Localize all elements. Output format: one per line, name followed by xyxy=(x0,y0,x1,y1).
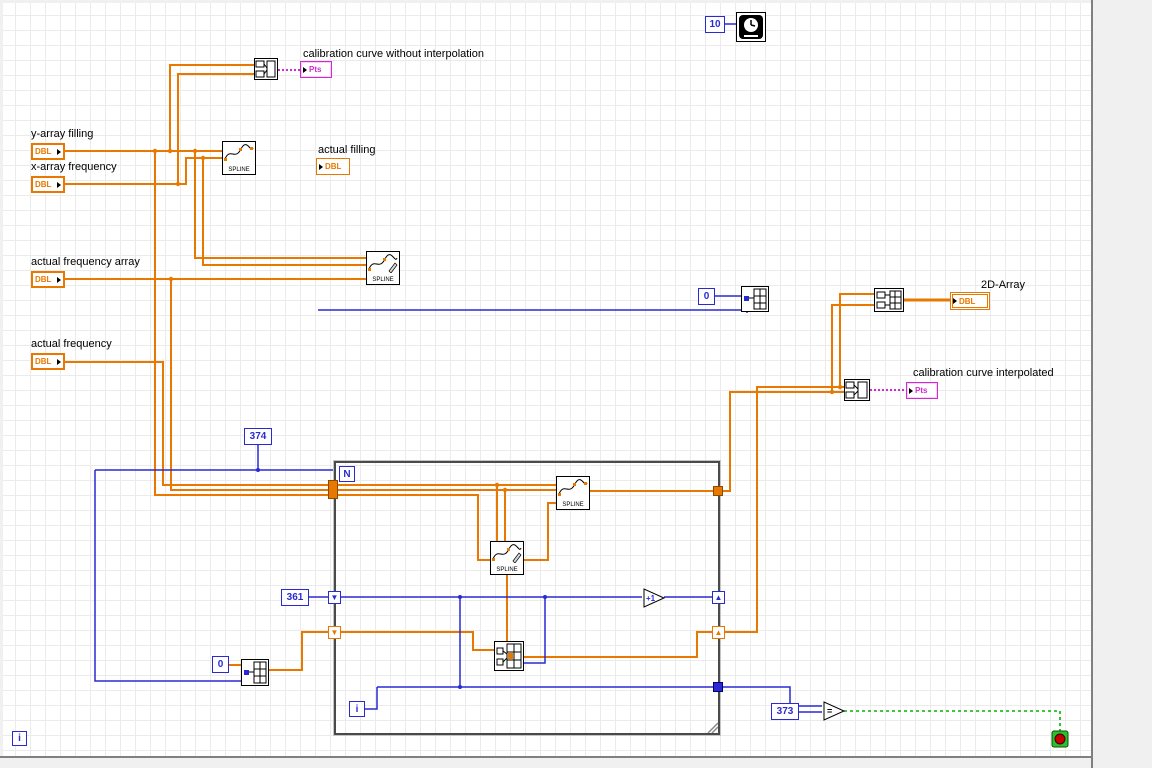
loop-input-tunnel-left[interactable] xyxy=(328,480,338,499)
column-init-constant[interactable]: 361 xyxy=(281,589,309,606)
loop-output-tunnel-index[interactable] xyxy=(713,682,723,692)
dbl-type-label: DBL xyxy=(35,180,52,189)
spline-curve-icon xyxy=(558,479,588,496)
window-frame-top xyxy=(0,0,1091,3)
label-actual-frequency: actual frequency xyxy=(31,338,112,350)
compare-constant[interactable]: 373 xyxy=(771,703,799,720)
control-arrow-icon xyxy=(57,276,61,283)
label-2d-array: 2D-Array xyxy=(981,279,1026,291)
shift-register-right-blue[interactable]: ▲ xyxy=(712,591,725,604)
pts-type-label: Pts xyxy=(309,65,322,74)
pts-type-label: Pts xyxy=(915,386,928,395)
pencil-icon xyxy=(388,262,398,273)
calibration-curve-without-indicator[interactable]: Pts xyxy=(300,61,332,78)
replace-array-icon xyxy=(496,643,522,669)
window-frame-left xyxy=(0,0,3,756)
label-x-array-frequency: x-array frequency xyxy=(31,161,117,173)
bundle-icon xyxy=(845,381,868,399)
stop-led-indicator[interactable] xyxy=(1051,730,1069,753)
index-constant-top[interactable]: 0 xyxy=(698,288,715,305)
bundle-xy-node-right[interactable] xyxy=(844,379,870,401)
wait-ms-constant[interactable]: 10 xyxy=(705,16,725,33)
index-array-icon xyxy=(744,288,767,310)
dbl-type-label: DBL xyxy=(959,296,976,306)
equal-icon: = xyxy=(823,701,846,721)
control-arrow-icon xyxy=(57,181,61,188)
replace-array-subset-node[interactable] xyxy=(494,641,524,671)
led-icon xyxy=(1051,730,1069,748)
shift-register-left-blue[interactable]: ▼ xyxy=(328,591,341,604)
index-array-node-top[interactable] xyxy=(741,286,769,312)
spline-vi-3[interactable]: SPLINE xyxy=(556,476,590,510)
block-diagram-canvas[interactable]: 10 calibration curve without interpolati… xyxy=(0,0,1152,768)
dbl-type-label: DBL xyxy=(35,275,52,284)
build-array-icon xyxy=(876,290,902,310)
free-iteration-terminal[interactable]: i xyxy=(12,731,27,746)
shift-register-right-orange[interactable]: ▲ xyxy=(712,626,725,639)
loop-output-tunnel-spline[interactable] xyxy=(713,486,723,496)
equal-node[interactable]: = xyxy=(822,701,846,726)
indicator-arrow-icon xyxy=(909,387,913,394)
indicator-arrow-icon xyxy=(319,163,323,170)
spline-label: SPLINE xyxy=(562,502,584,508)
control-arrow-icon xyxy=(57,148,61,155)
spline-curve-icon xyxy=(224,144,254,161)
dbl-type-label: DBL xyxy=(35,357,52,366)
shift-register-left-orange[interactable]: ▼ xyxy=(328,626,341,639)
spline-label: SPLINE xyxy=(228,167,250,173)
2d-array-indicator[interactable]: DBL xyxy=(950,292,990,310)
indicator-arrow-icon xyxy=(303,66,307,73)
calibration-curve-interpolated-indicator[interactable]: Pts xyxy=(906,382,938,399)
label-calibration-interpolated: calibration curve interpolated xyxy=(913,367,1054,379)
x-array-frequency-control[interactable]: DBL xyxy=(31,176,65,193)
dbl-type-label: DBL xyxy=(35,147,52,156)
spline-vi-1[interactable]: SPLINE xyxy=(222,141,256,175)
clock-icon xyxy=(739,15,763,39)
label-calibration-without: calibration curve without interpolation xyxy=(303,48,484,60)
build-2d-array-node[interactable] xyxy=(874,288,904,312)
loop-count-terminal[interactable]: N xyxy=(339,466,355,482)
labview-block-diagram-window: 10 calibration curve without interpolati… xyxy=(0,0,1152,768)
bundle-xy-node-top[interactable] xyxy=(254,58,278,80)
window-frame-bottom xyxy=(0,756,1091,768)
bundle-icon xyxy=(255,60,276,78)
window-frame-right xyxy=(1091,0,1152,768)
increment-node[interactable]: +1 xyxy=(642,588,666,613)
control-arrow-icon xyxy=(57,358,61,365)
label-y-array-filling: y-array filling xyxy=(31,128,94,140)
initialize-array-node[interactable] xyxy=(241,659,269,686)
actual-frequency-control[interactable]: DBL xyxy=(31,353,65,370)
indicator-arrow-icon xyxy=(953,298,957,304)
dbl-type-label: DBL xyxy=(325,162,342,171)
label-actual-filling: actual filling xyxy=(318,144,376,156)
pencil-icon xyxy=(512,552,522,563)
initialize-array-icon xyxy=(244,661,267,684)
label-actual-frequency-array: actual frequency array xyxy=(31,256,140,268)
outer-count-constant[interactable]: 374 xyxy=(244,428,272,445)
spline-vi-4[interactable]: SPLINE xyxy=(490,541,524,575)
y-array-filling-control[interactable]: DBL xyxy=(31,143,65,160)
index-constant-bottom[interactable]: 0 xyxy=(212,656,229,673)
wait-ms-function[interactable] xyxy=(736,12,766,42)
actual-filling-indicator[interactable]: DBL xyxy=(316,158,350,175)
spline-label: SPLINE xyxy=(496,567,518,573)
loop-iteration-terminal[interactable]: i xyxy=(349,701,365,717)
spline-vi-2[interactable]: SPLINE xyxy=(366,251,400,285)
spline-label: SPLINE xyxy=(372,277,394,283)
equal-label: = xyxy=(827,706,832,716)
increment-icon: +1 xyxy=(643,588,666,608)
actual-frequency-array-control[interactable]: DBL xyxy=(31,271,65,288)
increment-label: +1 xyxy=(646,594,656,603)
